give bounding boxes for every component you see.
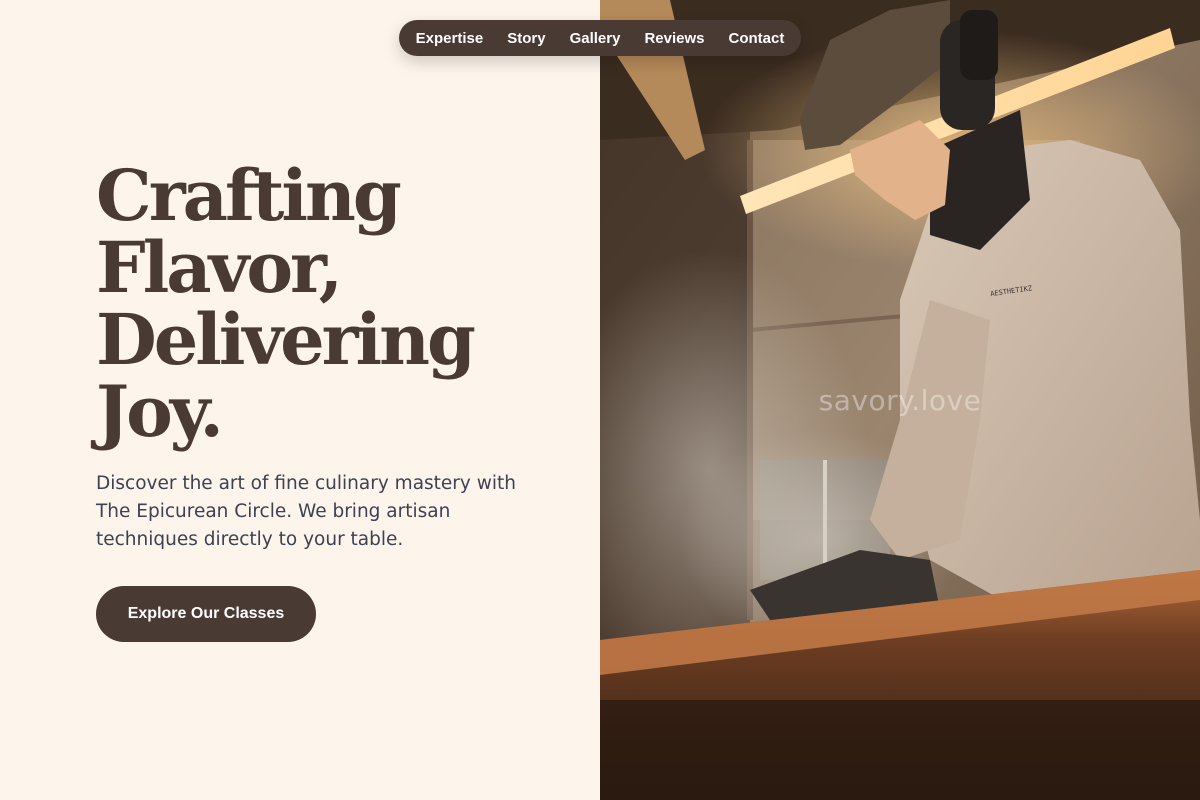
hero-left-panel: Crafting Flavor, Delivering Joy. Discove… (0, 0, 600, 800)
page: Crafting Flavor, Delivering Joy. Discove… (0, 0, 1200, 800)
nav-link-gallery[interactable]: Gallery (570, 30, 621, 47)
hero-title-line: Crafting (96, 154, 402, 237)
explore-classes-button[interactable]: Explore Our Classes (96, 586, 316, 642)
nav-link-contact[interactable]: Contact (728, 30, 784, 47)
nav-link-expertise[interactable]: Expertise (416, 30, 484, 47)
nav-link-reviews[interactable]: Reviews (644, 30, 704, 47)
hero-photo: AESTHETIKZ savory.love (600, 0, 1200, 800)
nav-link-story[interactable]: Story (507, 30, 545, 47)
top-nav: Expertise Story Gallery Reviews Contact (399, 20, 801, 56)
hero-title-line: Joy. (96, 370, 224, 453)
hero-title-line: Delivering (96, 298, 476, 381)
hero-title-line: Flavor, (96, 226, 343, 309)
hero-title: Crafting Flavor, Delivering Joy. (96, 154, 476, 453)
hero-description: Discover the art of fine culinary master… (96, 473, 516, 550)
watermark-text: savory.love (818, 384, 982, 417)
